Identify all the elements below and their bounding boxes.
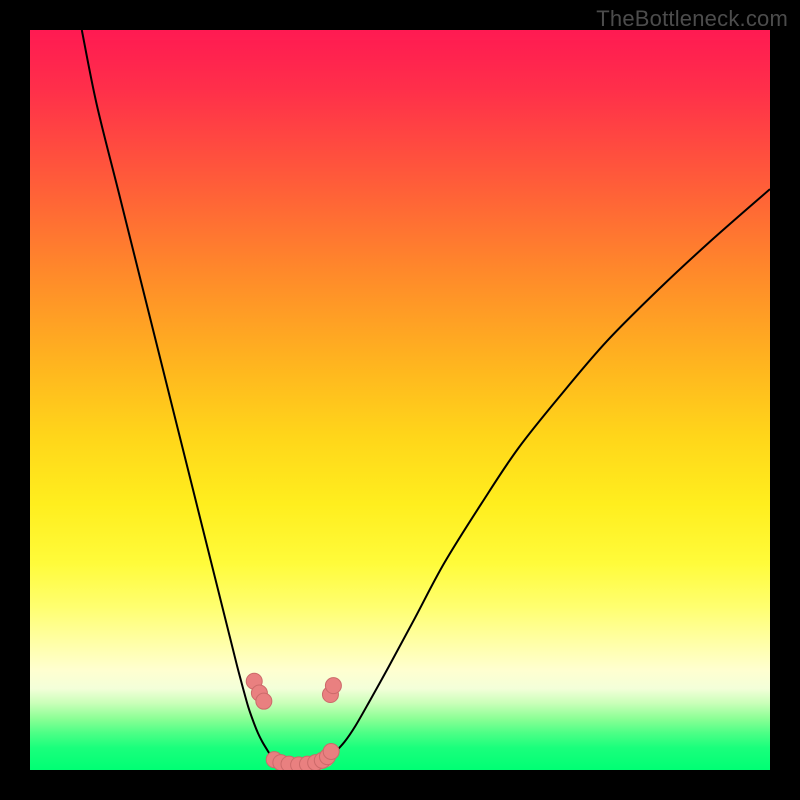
bottleneck-curve — [30, 30, 770, 770]
curve-line — [82, 30, 770, 765]
chart-frame: TheBottleneck.com — [0, 0, 800, 800]
plot-area — [30, 30, 770, 770]
valley-marker — [323, 744, 339, 760]
watermark-text: TheBottleneck.com — [596, 6, 788, 32]
valley-marker — [256, 693, 272, 709]
valley-marker — [325, 678, 341, 694]
